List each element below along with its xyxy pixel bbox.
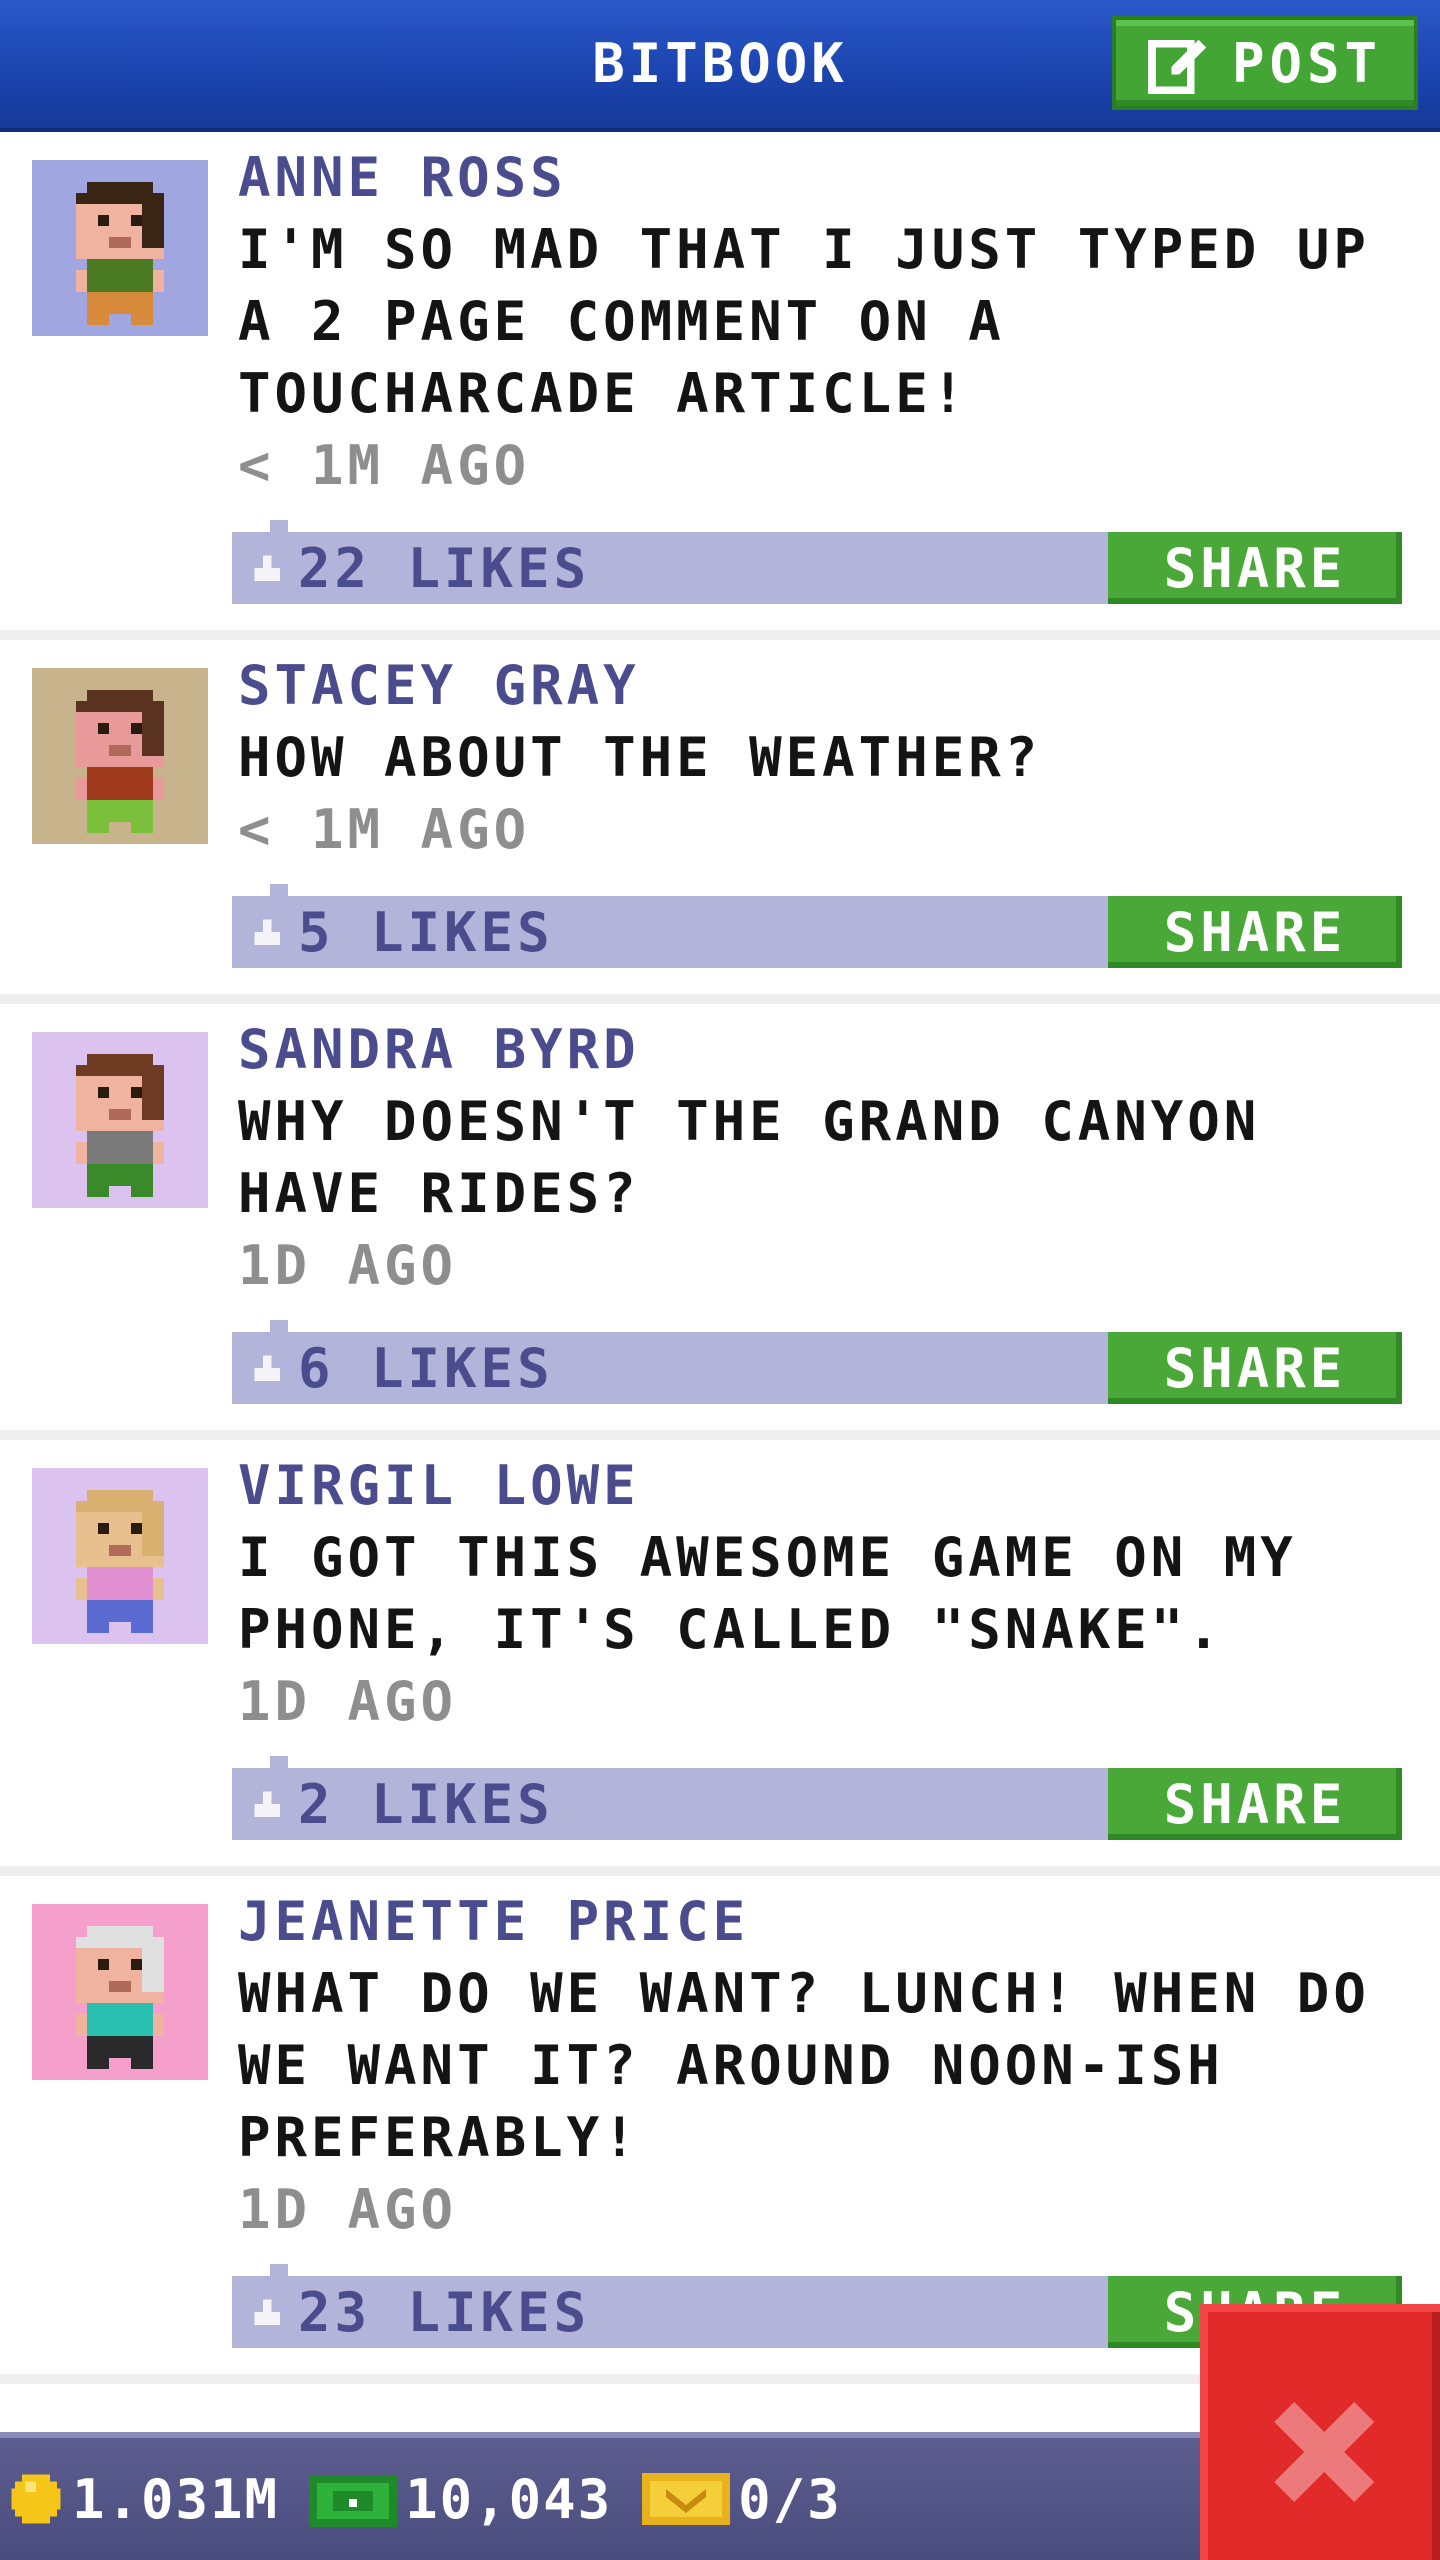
bux-value: 10,043 xyxy=(405,2467,613,2531)
post-time: < 1M AGO xyxy=(238,798,531,861)
likes-count: 5 LIKES xyxy=(298,900,554,964)
thumbs-up-icon xyxy=(254,2299,280,2325)
post-button[interactable]: POST xyxy=(1112,16,1418,110)
post-body: SANDRA BYRD WHY DOESN'T THE GRAND CANYON… xyxy=(232,1004,1408,1404)
avatar-portrait xyxy=(32,1904,208,2080)
post-body: STACEY GRAY HOW ABOUT THE WEATHER? < 1M … xyxy=(232,640,1408,968)
like-button[interactable]: 2 LIKES xyxy=(250,1768,554,1840)
post-body: ANNE ROSS I'M SO MAD THAT I JUST TYPED U… xyxy=(232,132,1408,604)
post-time: 1D AGO xyxy=(238,2178,458,2241)
likes-count: 2 LIKES xyxy=(298,1772,554,1836)
avatar-portrait xyxy=(32,668,208,844)
share-button[interactable]: SHARE xyxy=(1108,1768,1402,1840)
tickets-value: 0/3 xyxy=(738,2467,842,2531)
coin-icon xyxy=(11,2474,61,2524)
post-body: VIRGIL LOWE I GOT THIS AWESOME GAME ON M… xyxy=(232,1440,1408,1840)
bux-stat: 10,043 xyxy=(309,2467,612,2531)
avatar-portrait xyxy=(32,1032,208,1208)
like-button[interactable]: 5 LIKES xyxy=(250,896,554,968)
share-button[interactable]: SHARE xyxy=(1108,896,1402,968)
post-time: < 1M AGO xyxy=(238,434,531,497)
post-author[interactable]: STACEY GRAY xyxy=(238,650,1408,722)
avatar-portrait xyxy=(32,160,208,336)
thumbs-up-icon xyxy=(254,919,280,945)
share-button[interactable]: SHARE xyxy=(1108,1332,1402,1404)
tickets-stat: 0/3 xyxy=(642,2468,842,2531)
likes-count: 23 LIKES xyxy=(298,2280,591,2344)
feed-post: SANDRA BYRD WHY DOESN'T THE GRAND CANYON… xyxy=(0,1004,1440,1440)
post-time: 1D AGO xyxy=(238,1670,458,1733)
feed-post: STACEY GRAY HOW ABOUT THE WEATHER? < 1M … xyxy=(0,640,1440,1004)
post-button-label: POST xyxy=(1231,31,1383,95)
post-author[interactable]: ANNE ROSS xyxy=(238,142,1408,214)
app-header: BITBOOK POST xyxy=(0,0,1440,132)
ticket-icon xyxy=(642,2473,731,2525)
avatar[interactable] xyxy=(32,668,208,844)
feed-post: VIRGIL LOWE I GOT THIS AWESOME GAME ON M… xyxy=(0,1440,1440,1876)
compose-icon xyxy=(1147,39,1207,94)
like-bar-tab xyxy=(270,884,288,896)
likes-count: 6 LIKES xyxy=(298,1336,554,1400)
like-bar-tab xyxy=(270,2264,288,2276)
like-bar-tab xyxy=(270,1756,288,1768)
thumbs-up-icon xyxy=(254,1355,280,1381)
post-text: I'M SO MAD THAT I JUST TYPED UP A 2 PAGE… xyxy=(238,218,1370,425)
feed-post: ANNE ROSS I'M SO MAD THAT I JUST TYPED U… xyxy=(0,132,1440,640)
close-icon xyxy=(1274,2402,1374,2502)
post-action-bar: 22 LIKES SHARE xyxy=(232,520,1402,604)
post-time: 1D AGO xyxy=(238,1234,458,1297)
avatar[interactable] xyxy=(32,1904,208,2080)
post-text: WHAT DO WE WANT? LUNCH! WHEN DO WE WANT … xyxy=(238,1962,1370,2169)
like-button[interactable]: 22 LIKES xyxy=(250,532,590,604)
post-text: WHY DOESN'T THE GRAND CANYON HAVE RIDES? xyxy=(238,1090,1261,1225)
post-author[interactable]: JEANETTE PRICE xyxy=(238,1886,1408,1958)
avatar-portrait xyxy=(32,1468,208,1644)
like-button[interactable]: 23 LIKES xyxy=(250,2276,590,2348)
post-author[interactable]: VIRGIL LOWE xyxy=(238,1450,1408,1522)
bux-icon xyxy=(309,2475,398,2527)
thumbs-up-icon xyxy=(254,1791,280,1817)
like-bar-tab xyxy=(270,1320,288,1332)
avatar[interactable] xyxy=(32,1468,208,1644)
avatar[interactable] xyxy=(32,1032,208,1208)
likes-count: 22 LIKES xyxy=(298,536,591,600)
close-button[interactable] xyxy=(1200,2304,1440,2560)
share-button[interactable]: SHARE xyxy=(1108,532,1402,604)
post-body: JEANETTE PRICE WHAT DO WE WANT? LUNCH! W… xyxy=(232,1876,1408,2348)
post-text: I GOT THIS AWESOME GAME ON MY PHONE, IT'… xyxy=(238,1526,1297,1661)
coins-stat: 1.031M xyxy=(8,2468,279,2531)
like-button[interactable]: 6 LIKES xyxy=(250,1332,554,1404)
like-bar-tab xyxy=(270,520,288,532)
post-action-bar: 5 LIKES SHARE xyxy=(232,884,1402,968)
post-text: HOW ABOUT THE WEATHER? xyxy=(238,726,1042,789)
feed-list: ANNE ROSS I'M SO MAD THAT I JUST TYPED U… xyxy=(0,132,1440,2384)
thumbs-up-icon xyxy=(254,555,280,581)
post-action-bar: 2 LIKES SHARE xyxy=(232,1756,1402,1840)
avatar[interactable] xyxy=(32,160,208,336)
post-author[interactable]: SANDRA BYRD xyxy=(238,1014,1408,1086)
coins-value: 1.031M xyxy=(72,2467,280,2531)
post-action-bar: 6 LIKES SHARE xyxy=(232,1320,1402,1404)
